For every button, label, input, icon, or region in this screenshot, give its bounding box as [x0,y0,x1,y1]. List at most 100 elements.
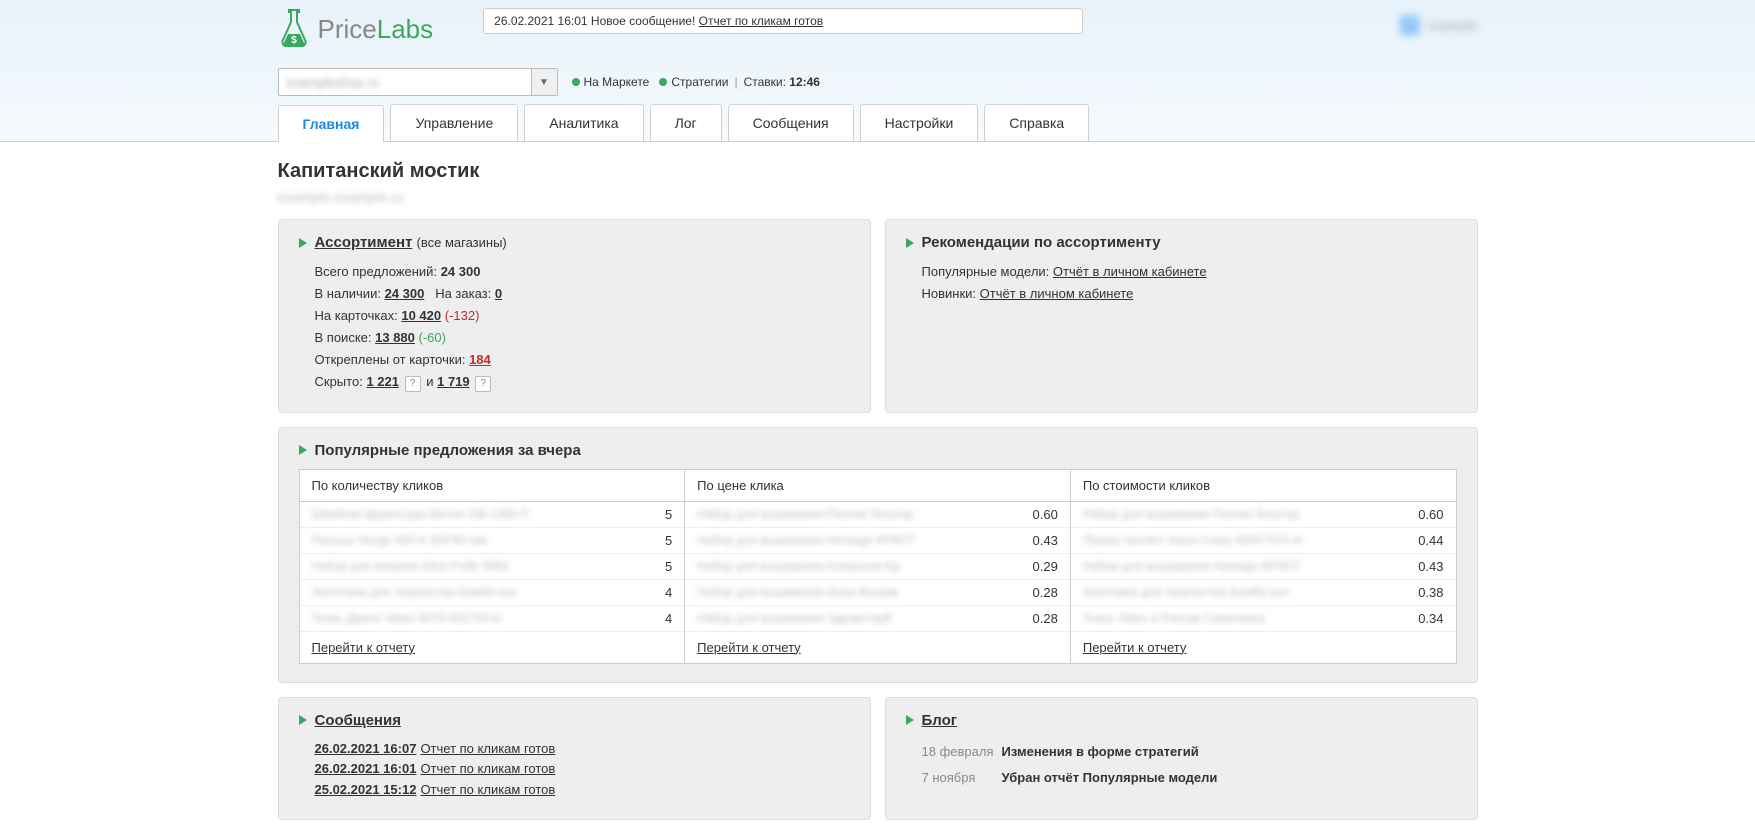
user-name: example [1428,18,1477,33]
detached-label: Откреплены от карточки: [315,352,466,367]
dropdown-arrow-icon: ▼ [531,69,557,95]
table-row: Набор для вышивания Heritage КРИСТ0.43 [1071,554,1456,580]
cards-delta: (-132) [445,308,480,323]
search-link[interactable]: 13 880 [375,330,415,345]
instock-link[interactable]: 24 300 [385,286,425,301]
table-row: Набор для вышивания Риолис Бештау0.60 [1071,502,1456,528]
table-row: Набор для вышивания Риолис Бештау0.60 [685,502,1070,528]
popular-title: Популярные предложения за вчера [315,442,581,459]
new-label: Новинки: [922,286,977,301]
hidden2-link[interactable]: 1 719 [437,374,470,389]
blog-date: 7 ноября [922,765,1002,791]
status-bids-time: 12:46 [789,75,820,89]
pop-label: Популярные модели: [922,264,1050,279]
order-label: На заказ: [435,286,491,301]
blog-title-link[interactable]: Блог [922,712,958,729]
col-cost: По стоимости кликов Набор для вышивания … [1071,470,1456,663]
table-row: Набор для вышивания Алмазная Бр0.29 [685,554,1070,580]
message-link[interactable]: Отчет по кликам готов [420,741,555,756]
instock-label: В наличии: [315,286,381,301]
user-menu[interactable]: example [1400,15,1477,35]
table-row: Набор для вышивания Анна Вышив0.28 [685,580,1070,606]
status-strategy: Стратегии [671,75,728,89]
table-row: Набор для вязания Alize Puffy 58645 [300,554,685,580]
tab-settings[interactable]: Настройки [860,104,979,141]
assortment-title-link[interactable]: Ассортимент [315,234,413,251]
triangle-icon [299,238,307,248]
message-link[interactable]: Отчет по кликам готов [420,782,555,797]
notification-label: Новое сообщение! [591,14,695,28]
table-row: Пряжа YarnArt Jeans Crazy 8203 ГОЛ-иг0.4… [1071,528,1456,554]
tab-messages[interactable]: Сообщения [728,104,854,141]
popular-panel: Популярные предложения за вчера По колич… [278,427,1478,683]
blog-date: 18 февраля [922,739,1002,765]
message-link[interactable]: Отчет по кликам готов [420,761,555,776]
flask-icon: $ [278,8,310,50]
triangle-icon [906,238,914,248]
cards-link[interactable]: 10 420 [401,308,441,323]
hidden1-link[interactable]: 1 221 [366,374,399,389]
table-row: Ткань Джинс Valeo 6070-831700-кг4 [300,606,685,632]
tab-analytics[interactable]: Аналитика [524,104,643,141]
shop-select[interactable]: exampleshop.ru ▼ [278,68,558,96]
table-row: Заготовка для творчества Бэмби кол0.38 [1071,580,1456,606]
detached-link[interactable]: 184 [469,352,491,367]
user-icon [1400,15,1420,35]
svg-text:$: $ [291,35,297,46]
message-row: 26.02.2021 16:07Отчет по кликам готов [315,739,850,760]
blog-row: 7 ноябряУбран отчёт Популярные модели [922,765,1457,791]
triangle-icon [299,445,307,455]
blog-post-link[interactable]: Изменения в форме стратегий [1002,739,1199,765]
message-date[interactable]: 26.02.2021 16:07 [315,741,417,756]
tab-management[interactable]: Управление [390,104,518,141]
message-date[interactable]: 25.02.2021 15:12 [315,782,417,797]
new-link[interactable]: Отчёт в личном кабинете [980,286,1134,301]
message-row: 26.02.2021 16:01Отчет по кликам готов [315,759,850,780]
report-link[interactable]: Перейти к отчету [312,640,416,655]
help-icon[interactable]: ? [475,376,491,392]
blog-row: 18 февраляИзменения в форме стратегий [922,739,1457,765]
status-dot-icon [659,78,667,86]
table-row: Набор для вышивания Heritage КРИСТ0.43 [685,528,1070,554]
recommendations-panel: Рекомендации по ассортименту Популярные … [885,219,1478,413]
tab-log[interactable]: Лог [650,104,722,141]
search-delta: (-60) [419,330,446,345]
table-row: Швейная фурнитура Micron GB-1385 П5 [300,502,685,528]
notification-link[interactable]: Отчет по кликам готов [699,14,824,28]
recs-title: Рекомендации по ассортименту [922,234,1161,251]
total-label: Всего предложений: [315,264,438,279]
order-link[interactable]: 0 [495,286,502,301]
assortment-panel: Ассортимент (все магазины) Всего предлож… [278,219,871,413]
col-price: По цене клика Набор для вышивания Риолис… [685,470,1071,663]
and-label: и [426,374,433,389]
tab-main[interactable]: Главная [278,105,385,142]
col-head: По количеству кликов [300,470,685,502]
table-row: Ткань Valeo и Рюкзак Симачевск0.34 [1071,606,1456,632]
page-title: Капитанский мостик [278,160,1478,183]
hidden-label: Скрыто: [315,374,363,389]
col-head: По цене клика [685,470,1070,502]
triangle-icon [906,715,914,725]
blog-post-link[interactable]: Убран отчёт Популярные модели [1002,765,1218,791]
report-link[interactable]: Перейти к отчету [697,640,801,655]
status-dot-icon [572,78,580,86]
col-clicks: По количеству кликов Швейная фурнитура M… [300,470,686,663]
blog-panel: Блог 18 февраляИзменения в форме стратег… [885,697,1478,820]
logo[interactable]: $ PriceLabs [278,8,434,50]
tab-help[interactable]: Справка [984,104,1089,141]
help-icon[interactable]: ? [405,376,421,392]
notification-bar[interactable]: 26.02.2021 16:01 Новое сообщение! Отчет … [483,8,1083,34]
table-row: Заготовка для творчества Бэмби кол4 [300,580,685,606]
pop-link[interactable]: Отчёт в личном кабинете [1053,264,1207,279]
report-link[interactable]: Перейти к отчету [1083,640,1187,655]
status-market: На Маркете [584,75,650,89]
shop-subtitle: example.example.ru [278,189,1478,205]
total-value: 24 300 [441,264,481,279]
messages-title-link[interactable]: Сообщения [315,712,401,729]
shop-select-value: exampleshop.ru [279,75,531,90]
messages-panel: Сообщения 26.02.2021 16:07Отчет по клика… [278,697,871,820]
message-date[interactable]: 26.02.2021 16:01 [315,761,417,776]
triangle-icon [299,715,307,725]
search-label: В поиске: [315,330,372,345]
col-head: По стоимости кликов [1071,470,1456,502]
